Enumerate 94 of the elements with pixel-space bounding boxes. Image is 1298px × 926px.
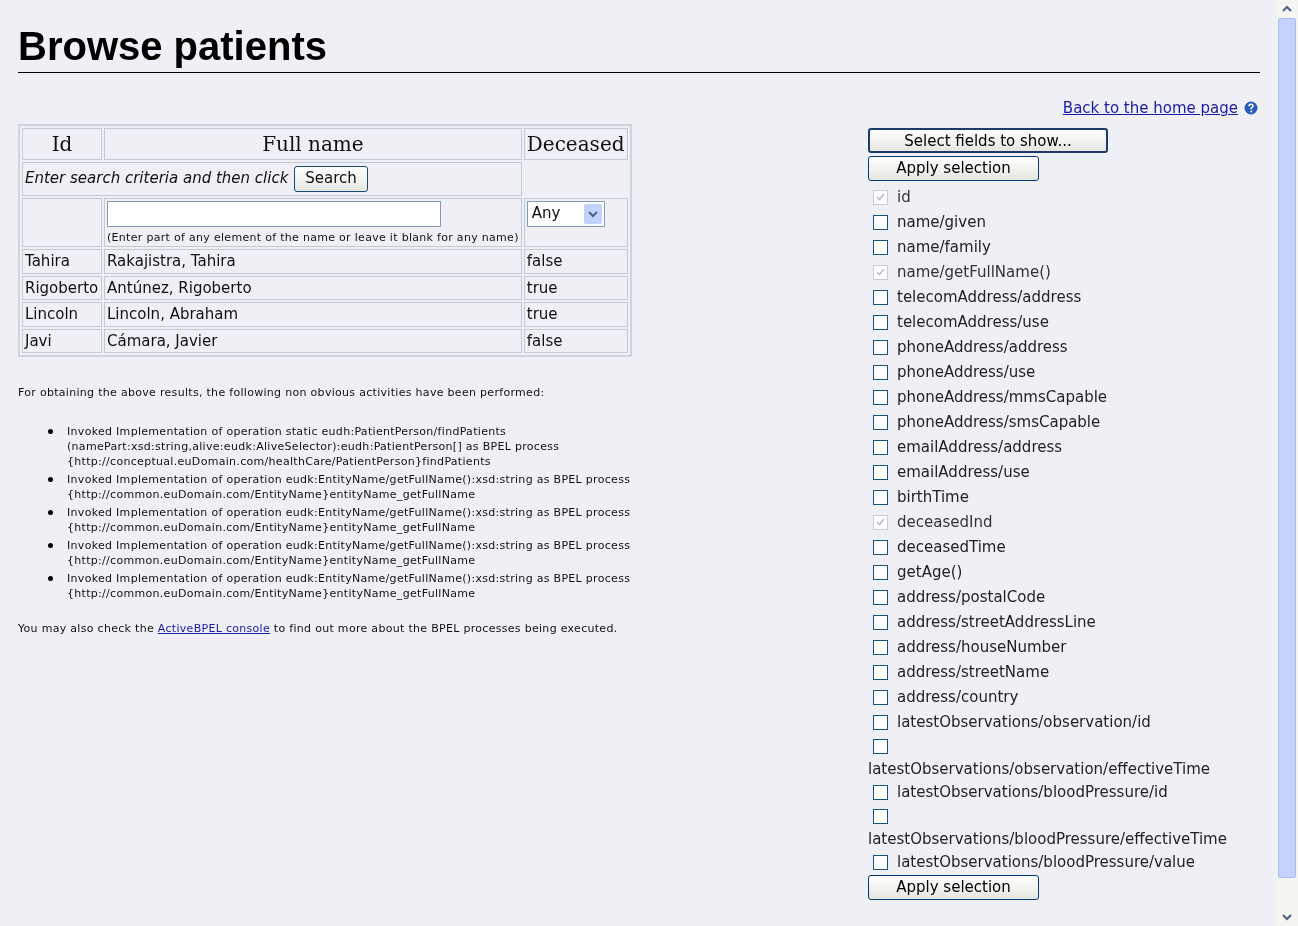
field-label: id: [897, 186, 911, 208]
checkbox[interactable]: [873, 639, 888, 655]
checkbox[interactable]: [873, 464, 888, 480]
checkmark-icon: [876, 518, 885, 526]
field-label: latestObservations/bloodPressure/id: [897, 781, 1168, 803]
field-label: deceasedInd: [897, 511, 993, 533]
checkbox[interactable]: [873, 364, 888, 380]
apply-selection-button[interactable]: Apply selection: [868, 155, 1039, 181]
table-cell: Rakajistra, Tahira: [104, 249, 522, 274]
field-label: name/family: [897, 236, 991, 258]
vertical-scrollbar[interactable]: [1276, 0, 1298, 926]
table-cell: Lincoln: [22, 302, 102, 327]
field-label: latestObservations/observation/id: [897, 711, 1151, 733]
field-label: address/streetAddressLine: [897, 611, 1096, 633]
activity-text: Invoked Implementation of operation static eudh:PatientPerson/findPatients (namePart:xsd:string,alive:eudk:AliveSelector):eudh:PatientPerson[] as BPEL process {http://conceptual.euDomain.com/healthCare/PatientPerson}findPatients: [67, 423, 560, 469]
checkbox[interactable]: [873, 689, 888, 705]
bullet-icon: [48, 428, 53, 434]
activities-intro: For obtaining the above results, the following non obvious activities have been performed:: [18, 385, 546, 401]
table-cell: false: [523, 249, 628, 274]
help-icon[interactable]: [1244, 101, 1258, 116]
checkmark-icon: [876, 268, 885, 276]
field-label: telecomAddress/address: [897, 286, 1082, 308]
checkbox[interactable]: [873, 389, 888, 405]
search-button[interactable]: Search: [294, 165, 368, 192]
activity-text: Invoked Implementation of operation eudk:EntityName/getFullName():xsd:string as BPEL process {http://common.euDomain.com/EntityName}entityName_getFullName: [67, 570, 631, 601]
checkbox[interactable]: [873, 564, 888, 580]
table-cell: Tahira: [22, 249, 102, 274]
field-label: phoneAddress/mmsCapable: [897, 386, 1108, 408]
checkbox[interactable]: [873, 808, 888, 824]
table-cell: Javi: [22, 328, 102, 353]
console-note: You may also check the: [18, 621, 156, 635]
checkbox[interactable]: [873, 854, 888, 870]
checkbox[interactable]: [873, 489, 888, 505]
field-label: emailAddress/address: [897, 436, 1063, 458]
field-label: phoneAddress/address: [897, 336, 1068, 358]
checkbox[interactable]: [873, 339, 888, 355]
bullet-icon: [48, 476, 53, 482]
checkbox[interactable]: [873, 784, 888, 800]
table-cell: true: [523, 302, 628, 327]
checkbox[interactable]: [873, 239, 888, 255]
search-prompt: Enter search criteria and then click: [25, 168, 289, 190]
field-label: address/streetName: [897, 661, 1050, 683]
table-cell: true: [523, 275, 628, 300]
activity-text: Invoked Implementation of operation eudk:EntityName/getFullName():xsd:string as BPEL process {http://common.euDomain.com/EntityName}entityName_getFullName: [67, 537, 631, 568]
bullet-icon: [48, 509, 53, 515]
table-cell: Antúnez, Rigoberto: [104, 275, 522, 300]
checkbox[interactable]: [873, 214, 888, 230]
table-cell: Cámara, Javier: [104, 328, 522, 353]
checkbox[interactable]: [873, 539, 888, 555]
field-label: birthTime: [897, 486, 969, 508]
field-label: latestObservations/bloodPressure/value: [897, 851, 1195, 873]
activity-text: Invoked Implementation of operation eudk:EntityName/getFullName():xsd:string as BPEL process {http://common.euDomain.com/EntityName}entityName_getFullName: [67, 471, 631, 502]
name-hint: (Enter part of any element of the name or leave it blank for any name): [107, 229, 519, 246]
field-label: deceasedTime: [897, 536, 1006, 558]
field-label: phoneAddress/smsCapable: [897, 411, 1101, 433]
name-input-field[interactable]: [107, 200, 441, 227]
select-fields-button[interactable]: Select fields to show...: [868, 127, 1108, 153]
deceased-dropdown[interactable]: Any: [526, 200, 605, 227]
column-header: Full name: [104, 127, 522, 160]
checkbox[interactable]: [873, 614, 888, 630]
checkbox[interactable]: [873, 738, 888, 754]
field-label: address/postalCode: [897, 586, 1046, 608]
bullet-icon: [48, 542, 53, 548]
console-note: to find out more about the BPEL processes being executed.: [272, 621, 618, 635]
checkbox[interactable]: [873, 314, 888, 330]
home-page-link[interactable]: Back to the home page: [1062, 97, 1238, 120]
console-link[interactable]: ActiveBPEL console: [157, 621, 271, 635]
field-label: emailAddress/use: [897, 461, 1030, 483]
bullet-icon: [48, 575, 53, 581]
field-label: address/houseNumber: [897, 636, 1067, 658]
field-label: phoneAddress/use: [897, 361, 1036, 383]
column-header: Deceased: [523, 127, 628, 160]
table-cell: Lincoln, Abraham: [104, 302, 522, 327]
field-label: name/given: [897, 211, 986, 233]
table-cell: false: [523, 328, 628, 353]
checkbox[interactable]: [873, 589, 888, 605]
field-label: telecomAddress/use: [897, 311, 1049, 333]
column-header: Id: [22, 127, 102, 160]
field-label: getAge(): [897, 561, 963, 583]
apply-selection-button[interactable]: Apply selection: [868, 874, 1039, 900]
checkbox[interactable]: [873, 414, 888, 430]
activity-text: Invoked Implementation of operation eudk:EntityName/getFullName():xsd:string as BPEL process {http://common.euDomain.com/EntityName}entityName_getFullName: [67, 504, 631, 535]
field-label: name/getFullName(): [897, 261, 1051, 283]
field-label: latestObservations/bloodPressure/effectiveTime: [868, 828, 1227, 850]
field-label: address/country: [897, 686, 1019, 708]
chevron-down-icon: [583, 203, 602, 224]
checkbox[interactable]: [873, 664, 888, 680]
checkbox[interactable]: [873, 289, 888, 305]
checkbox[interactable]: [873, 714, 888, 730]
table-cell: Rigoberto: [22, 275, 102, 300]
field-label: latestObservations/observation/effectiveTime: [868, 758, 1211, 780]
checkmark-icon: [876, 193, 885, 201]
page-title: Browse patients: [18, 24, 328, 68]
checkbox[interactable]: [873, 439, 888, 455]
